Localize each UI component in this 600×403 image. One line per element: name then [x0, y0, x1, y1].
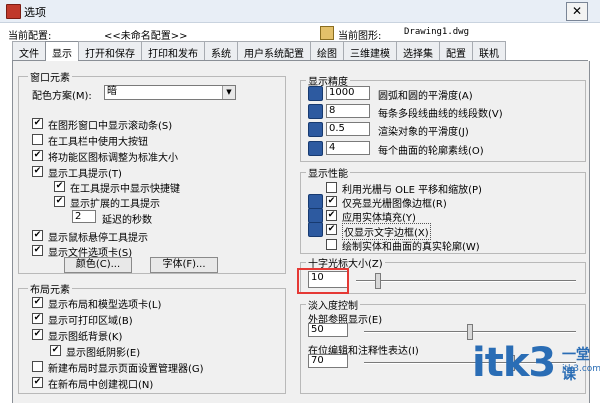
display-performance-legend: 显示性能 [306, 165, 350, 180]
current-profile-value: <<未命名配置>> [104, 31, 188, 42]
fade-control-legend: 淡入度控制 [306, 297, 360, 312]
arc-smoothness-input[interactable]: 1000 [326, 86, 370, 100]
label-true-silhouettes: 绘制实体和曲面的真实轮廓(W) [342, 242, 480, 253]
rendered-smoothness-icon [308, 122, 323, 137]
arc-smoothness-icon [308, 86, 323, 101]
tab-drafting[interactable]: 绘图 [310, 41, 344, 60]
tooltip-delay-label: 延迟的秒数 [102, 215, 152, 226]
label-printable-area: 显示可打印区域(B) [48, 316, 133, 327]
rendered-smoothness-label: 渲染对象的平滑度(J) [378, 127, 469, 138]
checkbox-large-buttons[interactable] [32, 134, 43, 145]
label-large-buttons: 在工具栏中使用大按钮 [48, 137, 148, 148]
checkbox-apply-solid-fill[interactable]: ✔ [326, 210, 337, 221]
current-drawing-label: 当前图形: [338, 31, 382, 42]
tab-display[interactable]: 显示 [45, 41, 79, 61]
checkbox-file-tabs[interactable]: ✔ [32, 245, 43, 256]
layout-elements-legend: 布局元素 [28, 281, 72, 296]
tab-files[interactable]: 文件 [12, 41, 46, 60]
tab-strip: 文件 显示 打开和保存 打印和发布 系统 用户系统配置 绘图 三维建模 选择集 … [12, 41, 588, 61]
text-boundary-icon [308, 222, 323, 237]
checkbox-create-viewport[interactable]: ✔ [32, 377, 43, 388]
label-layout-model-tabs: 显示布局和模型选项卡(L) [48, 300, 162, 311]
current-profile-label: 当前配置: [8, 31, 52, 42]
solid-fill-icon [308, 208, 323, 223]
tab-system[interactable]: 系统 [204, 41, 238, 60]
tab-profiles[interactable]: 配置 [439, 41, 473, 60]
color-scheme-select[interactable]: 暗 ▼ [104, 85, 236, 100]
app-icon [6, 4, 21, 19]
label-rollover-tooltips: 显示鼠标悬停工具提示 [48, 233, 148, 244]
watermark: itk3 一堂课 itk3.com [472, 332, 600, 402]
colors-button[interactable]: 颜色(C)... [64, 257, 132, 273]
tab-plot-publish[interactable]: 打印和发布 [141, 41, 205, 60]
tab-user-preferences[interactable]: 用户系统配置 [237, 41, 311, 60]
label-paper-shadow: 显示图纸阴影(E) [66, 348, 141, 359]
window-title: 选项 [24, 6, 46, 19]
arc-smoothness-label: 圆弧和圆的平滑度(A) [378, 91, 473, 102]
color-scheme-label: 配色方案(M): [32, 91, 92, 102]
label-paper-background: 显示图纸背景(K) [48, 332, 123, 343]
label-apply-solid-fill: 应用实体填充(Y) [342, 213, 416, 224]
checkbox-layout-model-tabs[interactable]: ✔ [32, 297, 43, 308]
checkbox-show-scrollbars[interactable]: ✔ [32, 118, 43, 129]
checkbox-paper-background[interactable]: ✔ [32, 329, 43, 340]
inplace-fade-input[interactable]: 70 [308, 354, 348, 368]
label-ribbon-icons-standard: 将功能区图标调整为标准大小 [48, 153, 178, 164]
contour-lines-label: 每个曲面的轮廓素线(O) [378, 146, 484, 157]
tab-open-save[interactable]: 打开和保存 [78, 41, 142, 60]
raster-frame-icon [308, 194, 323, 209]
watermark-logo-text: itk3 [472, 340, 556, 386]
checkbox-highlight-raster-frame[interactable]: ✔ [326, 196, 337, 207]
tooltip-delay-input[interactable]: 2 [72, 210, 96, 223]
watermark-url: itk3.com [562, 364, 600, 374]
label-highlight-raster-frame: 仅亮显光栅图像边框(R) [342, 199, 447, 210]
label-show-tooltips: 显示工具提示(T) [48, 169, 122, 180]
label-create-viewport: 在新布局中创建视口(N) [48, 380, 154, 391]
chevron-down-icon[interactable]: ▼ [222, 86, 235, 99]
checkbox-paper-shadow[interactable]: ✔ [50, 345, 61, 356]
crosshair-size-slider[interactable] [356, 280, 576, 282]
fonts-button[interactable]: 字体(F)... [150, 257, 218, 273]
contour-lines-icon [308, 141, 323, 156]
checkbox-ribbon-icons-standard[interactable]: ✔ [32, 150, 43, 161]
checkbox-extended-tooltips[interactable]: ✔ [54, 196, 65, 207]
checkbox-tooltip-shortcuts[interactable]: ✔ [54, 181, 65, 192]
tab-3d-modeling[interactable]: 三维建模 [343, 41, 397, 60]
polyline-segments-input[interactable]: 8 [326, 104, 370, 118]
label-extended-tooltips: 显示扩展的工具提示 [70, 199, 160, 210]
label-page-setup-manager: 新建布局时显示页面设置管理器(G) [48, 364, 204, 375]
window-elements-legend: 窗口元素 [28, 69, 72, 84]
xref-fade-input[interactable]: 50 [308, 323, 348, 337]
contour-lines-input[interactable]: 4 [326, 141, 370, 155]
label-tooltip-shortcuts: 在工具提示中显示快捷键 [70, 184, 180, 195]
color-scheme-value: 暗 [107, 86, 117, 97]
label-raster-ole-pan: 利用光栅与 OLE 平移和缩放(P) [342, 185, 482, 196]
tab-online[interactable]: 联机 [472, 41, 506, 60]
checkbox-rollover-tooltips[interactable]: ✔ [32, 230, 43, 241]
crosshair-size-slider-thumb[interactable] [375, 273, 381, 289]
close-button[interactable]: ✕ [566, 2, 588, 21]
checkbox-printable-area[interactable]: ✔ [32, 313, 43, 324]
current-drawing-value: Drawing1.dwg [404, 27, 470, 37]
tab-selection[interactable]: 选择集 [396, 41, 440, 60]
drawing-icon [320, 26, 334, 40]
crosshair-annotation-box [297, 268, 349, 294]
checkbox-raster-ole-pan[interactable] [326, 182, 337, 193]
polyline-segments-icon [308, 104, 323, 119]
checkbox-text-boundary[interactable]: ✔ [326, 224, 337, 235]
rendered-smoothness-input[interactable]: 0.5 [326, 122, 370, 136]
checkbox-show-tooltips[interactable]: ✔ [32, 166, 43, 177]
checkbox-true-silhouettes[interactable] [326, 239, 337, 250]
polyline-segments-label: 每条多段线曲线的线段数(V) [378, 109, 503, 120]
title-bar [0, 0, 600, 23]
label-show-scrollbars: 在图形窗口中显示滚动条(S) [48, 121, 173, 132]
checkbox-page-setup-manager[interactable] [32, 361, 43, 372]
